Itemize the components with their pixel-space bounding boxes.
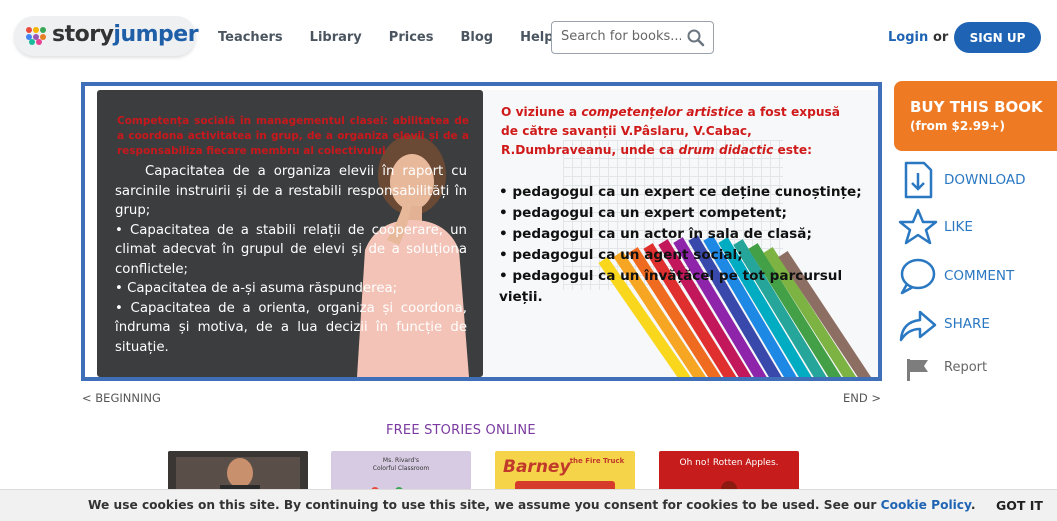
list-item: vieții. — [499, 289, 543, 305]
nav-help[interactable]: Help — [520, 30, 553, 45]
list-item: • pedagogul ca un agent social; — [499, 247, 743, 263]
buy-price: (from $2.99+) — [910, 119, 1006, 133]
comment-bubble-icon — [900, 258, 936, 295]
nav-library[interactable]: Library — [310, 30, 362, 45]
logo-word-jumper: jumper — [113, 22, 199, 47]
book-right-page: O viziune a competențelor artistice a fo… — [483, 90, 878, 377]
end-link[interactable]: END > — [843, 391, 881, 405]
nav-teachers[interactable]: Teachers — [218, 30, 283, 45]
share-arrow-icon — [899, 310, 937, 342]
signup-button[interactable]: SIGN UP — [954, 22, 1041, 53]
list-item: • pedagogul ca un expert competent; — [499, 205, 787, 221]
left-paragraph-1: Capacitatea de a organiza elevii în rapo… — [115, 164, 467, 218]
free-stories-heading: FREE STORIES ONLINE — [386, 423, 536, 438]
download-label: DOWNLOAD — [944, 172, 1026, 188]
buy-title: BUY THIS BOOK — [910, 98, 1043, 116]
cookie-policy-link[interactable]: Cookie Policy — [881, 498, 971, 512]
like-label: LIKE — [944, 219, 973, 235]
share-button[interactable]: SHARE — [898, 304, 1057, 344]
storyjumper-logo[interactable]: storyjumper — [14, 12, 199, 58]
comment-label: COMMENT — [944, 268, 1015, 284]
story-title: Ms. Rivard's Colorful Classroom — [372, 457, 430, 472]
comment-button[interactable]: COMMENT — [898, 256, 1057, 296]
download-icon — [904, 161, 933, 199]
right-page-list: • pedagogul ca un expert ce deține cunoș… — [499, 182, 869, 308]
story-title: Barney — [503, 457, 571, 477]
right-heading-part-3: este: — [773, 143, 813, 157]
nav-blog[interactable]: Blog — [460, 30, 493, 45]
cookie-banner: We use cookies on this site. By continui… — [0, 489, 1057, 521]
right-heading-italic-1: competențelor artistice — [581, 105, 744, 119]
cookie-period: . — [970, 498, 976, 512]
left-paragraph-4: • Capacitatea de a orienta, organiza și … — [115, 300, 467, 355]
search-icon[interactable] — [686, 28, 706, 48]
right-page-heading: O viziune a competențelor artistice a fo… — [501, 103, 861, 160]
report-label: Report — [944, 360, 988, 375]
nav-prices[interactable]: Prices — [389, 30, 434, 45]
left-paragraph-3: • Capacitatea de a-și asuma răspunderea; — [115, 281, 398, 296]
main-nav: Teachers Library Prices Blog Help — [218, 30, 581, 45]
cookie-message-text: We use cookies on this site. By continui… — [88, 498, 881, 512]
list-item: • pedagogul ca un expert ce deține cunoș… — [499, 184, 862, 200]
left-page-text: Capacitatea de a organiza elevii în rapo… — [115, 162, 467, 357]
list-item: • pedagogul ca un învățăcel pe tot parcu… — [499, 268, 843, 284]
logo-word-story: story — [52, 22, 114, 47]
download-button[interactable]: DOWNLOAD — [898, 160, 1057, 200]
share-label: SHARE — [944, 316, 990, 332]
page-root: storyjumper Teachers Library Prices Blog… — [0, 0, 1057, 521]
book-left-page: Competența socială în managementul clase… — [97, 90, 483, 377]
left-page-heading: Competența socială în managementul clase… — [117, 115, 469, 157]
list-item: • pedagogul ca un actor în sala de clasă… — [499, 226, 812, 242]
site-header: storyjumper Teachers Library Prices Blog… — [0, 0, 1057, 72]
story-subtitle: the Fire Truck — [569, 457, 625, 465]
story-title: Oh no! Rotten Apples. — [679, 458, 779, 468]
right-heading-italic-2: drum didactic — [678, 143, 774, 157]
report-button[interactable]: Report — [898, 355, 1057, 395]
login-link[interactable]: Login — [888, 30, 928, 45]
login-or-text: or — [933, 30, 949, 45]
book-viewer[interactable]: Competența socială în managementul clase… — [81, 82, 882, 381]
logo-dots-icon — [26, 27, 48, 45]
like-button[interactable]: LIKE — [898, 207, 1057, 247]
beginning-link[interactable]: < BEGINNING — [82, 391, 161, 405]
logo-wordmark: storyjumper — [52, 22, 199, 47]
got-it-button[interactable]: GOT IT — [996, 498, 1043, 513]
search-input[interactable] — [561, 29, 681, 44]
buy-this-book-button[interactable]: BUY THIS BOOK (from $2.99+) — [894, 81, 1057, 151]
search-box — [551, 21, 714, 54]
flag-icon — [907, 359, 928, 381]
right-heading-part-1: O viziune a — [501, 105, 582, 119]
left-paragraph-2: • Capacitatea de a stabili relații de co… — [115, 222, 467, 277]
star-icon — [898, 208, 938, 245]
cookie-message: We use cookies on this site. By continui… — [88, 498, 976, 512]
